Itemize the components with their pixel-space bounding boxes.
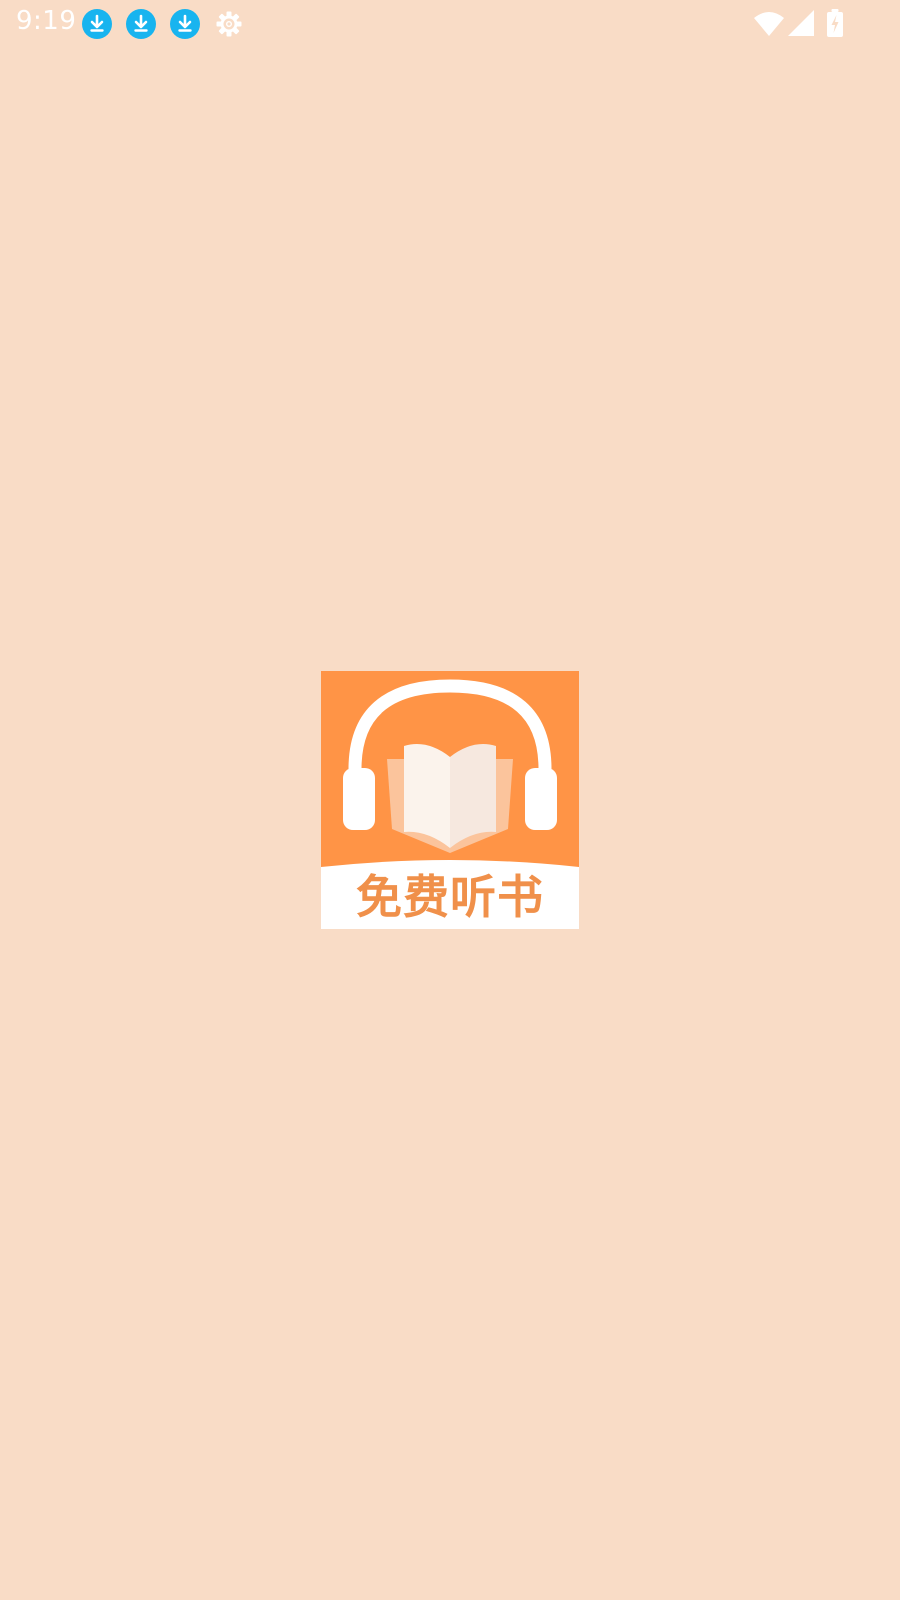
status-bar: 9:19 [0,0,900,48]
app-logo: 免费听书 [321,671,579,929]
settings-gear-icon [214,9,244,39]
wifi-icon [754,10,784,36]
logo-caption: 免费听书 [356,870,544,924]
cellular-signal-icon [788,10,814,36]
status-time: 9:19 [16,6,77,36]
download-icon [82,9,112,39]
download-icon [126,9,156,39]
download-icon [170,9,200,39]
battery-charging-icon [826,9,844,37]
